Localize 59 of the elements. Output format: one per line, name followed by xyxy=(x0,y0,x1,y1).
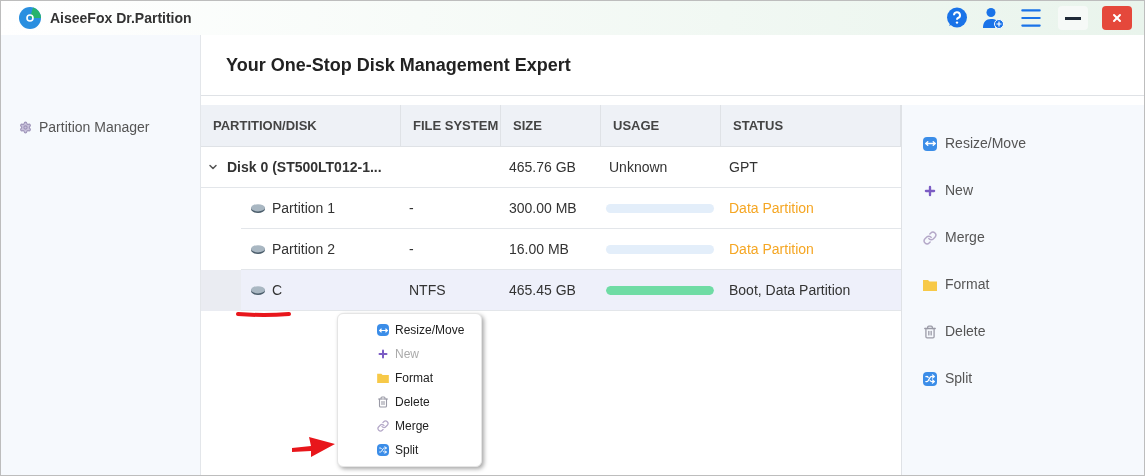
column-header: USAGE xyxy=(601,105,721,146)
close-button[interactable] xyxy=(1102,6,1132,30)
table-cell-text: 465.45 GB xyxy=(508,280,577,300)
help-icon[interactable] xyxy=(946,7,968,29)
close-icon xyxy=(1111,12,1123,24)
sidebar-item[interactable]: Partition Manager xyxy=(1,117,200,138)
table-cell-text: Unknown xyxy=(608,157,669,177)
table-cell-text: 300.00 MB xyxy=(508,198,578,218)
menu-item[interactable]: Format xyxy=(338,366,481,390)
minimize-icon xyxy=(1065,16,1081,20)
disk-icon xyxy=(251,203,265,213)
action-item[interactable]: New xyxy=(902,167,1144,214)
resize-icon xyxy=(377,324,389,336)
action-item[interactable]: Split xyxy=(902,355,1144,402)
app-title: AiseeFox Dr.Partition xyxy=(50,8,192,28)
table-cell-text: Data Partition xyxy=(728,198,815,218)
column-header: SIZE xyxy=(501,105,601,146)
menu-item[interactable]: Delete xyxy=(338,390,481,414)
column-header: FILE SYSTEM xyxy=(401,105,501,146)
table-cell-text: Disk 0 (ST500LT012-1... xyxy=(227,157,382,177)
table-cell-text: Data Partition xyxy=(728,239,815,259)
page-heading: Your One-Stop Disk Management Expert xyxy=(226,53,571,77)
partition-row[interactable]: C NTFS 465.45 GB Boot, Data Partition xyxy=(201,270,901,311)
column-header: PARTITION/DISK xyxy=(201,105,401,146)
table-cell-text: NTFS xyxy=(408,280,447,300)
plus-icon xyxy=(377,348,389,360)
action-item[interactable]: Merge xyxy=(902,214,1144,261)
disk-icon xyxy=(251,244,265,254)
action-item[interactable]: Format xyxy=(902,261,1144,308)
trash-icon xyxy=(923,324,937,339)
folder-icon xyxy=(377,373,389,383)
menu-item[interactable]: Resize/Move xyxy=(338,318,481,342)
table-cell-text: 16.00 MB xyxy=(508,239,570,259)
resize-icon xyxy=(923,136,937,151)
plus-icon xyxy=(923,183,937,198)
split-icon xyxy=(923,371,937,386)
table-cell-text: - xyxy=(408,198,415,218)
add-user-icon[interactable] xyxy=(982,7,1004,29)
annotation-underline xyxy=(236,311,291,317)
action-item[interactable]: Delete xyxy=(902,308,1144,355)
table-cell-text: Partition 1 xyxy=(272,198,336,218)
table-cell-text: Partition 2 xyxy=(272,239,336,259)
table-cell-text: 465.76 GB xyxy=(508,157,577,177)
trash-icon xyxy=(377,396,389,408)
table-cell-text: C xyxy=(272,280,283,300)
disk-icon xyxy=(251,285,265,295)
table-cell-text: - xyxy=(408,239,415,259)
menu-item[interactable]: Merge xyxy=(338,414,481,438)
link-icon xyxy=(377,420,389,432)
table-cell-text: Boot, Data Partition xyxy=(728,280,852,300)
table-cell-text: GPT xyxy=(728,157,759,177)
split-icon xyxy=(377,444,389,456)
folder-icon xyxy=(923,278,937,291)
app-logo-icon xyxy=(19,7,41,29)
link-icon xyxy=(923,230,937,245)
minimize-button[interactable] xyxy=(1058,6,1088,30)
gear-icon xyxy=(19,121,32,134)
menu-item[interactable]: Split xyxy=(338,438,481,462)
action-item[interactable]: Resize/Move xyxy=(902,120,1144,167)
